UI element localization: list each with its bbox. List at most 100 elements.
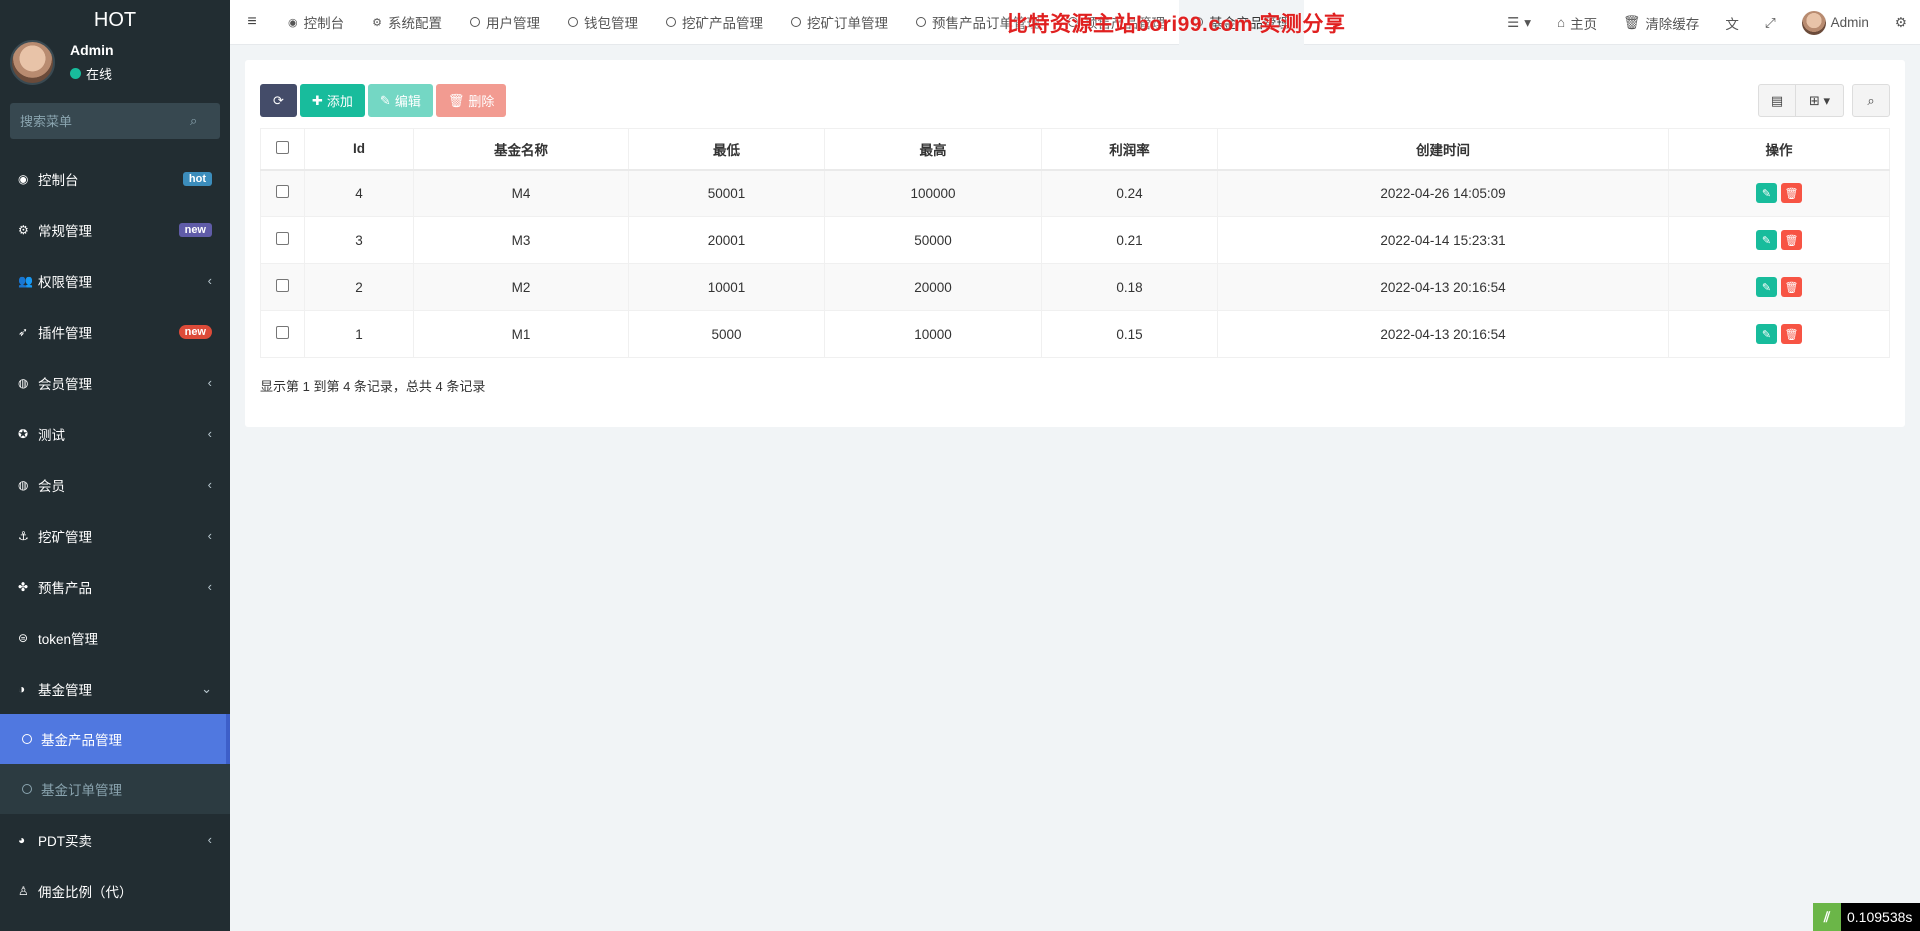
delete-row-button[interactable]: 🗑 (1781, 183, 1802, 204)
sidebar-item[interactable]: ◍ 会员 ‹ (0, 459, 230, 510)
row-checkbox[interactable] (276, 279, 289, 292)
gear-icon: ⚙ (372, 16, 382, 29)
table-row[interactable]: 1 M1 5000 10000 0.15 2022-04-13 20:16:54 ✎ 🗑 (260, 310, 1890, 358)
row-actions: ✎ 🗑 (1668, 310, 1890, 358)
circle-icon (665, 17, 676, 27)
compass-icon: ◕ (18, 832, 26, 847)
refresh-icon: ⟳ (273, 92, 284, 108)
view-toggle-group: ▤ ⊞ ▾ (1758, 84, 1844, 117)
app-logo[interactable]: HOT (0, 0, 230, 40)
cell-id: 4 (304, 169, 414, 217)
sidebar-item[interactable]: 👥 权限管理 ‹ (0, 255, 230, 306)
table-row[interactable]: 2 M2 10001 20000 0.18 2022-04-13 20:16:54 ✎ 🗑 (260, 263, 1890, 311)
sidebar-item[interactable]: ⚙ 常规管理 new (0, 204, 230, 255)
row-checkbox[interactable] (276, 185, 289, 199)
sidebar-item[interactable]: ✤ 预售产品 ‹ (0, 561, 230, 612)
row-select-cell (260, 263, 305, 311)
columns-toggle-button[interactable]: ⊞ ▾ (1796, 84, 1844, 117)
column-header[interactable]: 利润率 (1041, 128, 1218, 171)
column-header[interactable]: 最高 (824, 128, 1042, 171)
home-link[interactable]: ⌂ 主页 (1544, 13, 1610, 33)
add-label: 添加 (326, 94, 353, 109)
chevron-left-icon: ‹ (207, 528, 212, 543)
language-icon[interactable]: 文 (1712, 13, 1752, 33)
grid-icon: ⊞ (1808, 92, 1820, 108)
table-row[interactable]: 3 M3 20001 50000 0.21 2022-04-14 15:23:31 ✎ 🗑 (260, 216, 1890, 264)
sidebar-item-label: 会员管理 (38, 376, 92, 392)
edit-row-button[interactable]: ✎ (1756, 230, 1777, 250)
trash-icon: 🗑 (447, 92, 465, 108)
sidebar-item[interactable]: ♙ 佣金比例（代） (0, 865, 230, 916)
edit-row-button[interactable]: ✎ (1756, 277, 1777, 297)
column-header[interactable]: 创建时间 (1217, 128, 1669, 171)
caret-down-icon: ▾ (1823, 92, 1831, 108)
content-panel: ⟳ ✚ 添加 ✎ 编辑 🗑 删除 ▤ ⊞ ▾ ⌕ Id 基金名称 最低 最高 利润率 … (245, 60, 1905, 427)
sidebar-item[interactable]: ◍ 会员管理 ‹ (0, 357, 230, 408)
select-all-checkbox[interactable] (276, 140, 289, 154)
card-view-icon[interactable]: ▤ (1758, 84, 1796, 117)
delete-button[interactable]: 🗑 删除 (435, 84, 507, 117)
search-icon[interactable]: ⌕ (190, 113, 197, 129)
sidebar-item[interactable]: ◑ 基金管理 ⌄ (0, 663, 230, 714)
delete-row-button[interactable]: 🗑 (1781, 230, 1802, 250)
tab-list-dropdown[interactable]: ☰ ▾ (1494, 15, 1544, 31)
menu-search: ⌕ (10, 103, 220, 139)
cell-name: M4 (413, 169, 629, 217)
nav-tab[interactable]: 钱包管理 (554, 0, 652, 45)
row-checkbox[interactable] (276, 232, 289, 245)
edit-button[interactable]: ✎ 编辑 (367, 84, 433, 117)
nav-tab[interactable]: 挖矿产品管理 (652, 0, 777, 45)
sidebar: HOT Admin 在线 ⌕ ◉ 控制台 hot ⚙ 常规管理 new 👥 权限管理 ‹ ➶ 插件管… (0, 0, 230, 931)
circle-icon (790, 17, 801, 27)
row-select-cell (260, 310, 305, 358)
sidebar-toggle-icon[interactable]: ≡ (230, 13, 274, 31)
column-header[interactable]: Id (304, 128, 414, 171)
sidebar-item-label: 会员 (38, 478, 65, 494)
nav-tab-label: 控制台 (303, 16, 345, 31)
sidebar-subitem[interactable]: 基金产品管理 (0, 714, 230, 764)
fullscreen-icon[interactable]: ⤢ (1752, 15, 1789, 31)
cell-rate: 0.18 (1041, 263, 1218, 311)
column-header[interactable]: 基金名称 (413, 128, 629, 171)
edit-row-button[interactable]: ✎ (1756, 183, 1777, 204)
nav-tab[interactable]: ⚙ 系统配置 (358, 0, 456, 45)
refresh-button[interactable]: ⟳ (260, 84, 297, 117)
debug-timer[interactable]: ⫽ 0.109538s (1813, 903, 1920, 931)
clear-cache-button[interactable]: 🗑 清除缓存 (1610, 13, 1712, 33)
column-header[interactable]: 最低 (628, 128, 825, 171)
delete-row-button[interactable]: 🗑 (1781, 277, 1802, 297)
circle-icon (469, 17, 480, 27)
home-label: 主页 (1570, 16, 1598, 32)
settings-icon[interactable]: ⚙ (1882, 15, 1920, 31)
sidebar-item[interactable]: ✪ 测试 ‹ (0, 408, 230, 459)
nav-tab-label: 挖矿产品管理 (681, 16, 763, 31)
circle-icon (22, 734, 32, 744)
cell-max: 100000 (824, 169, 1042, 217)
nav-tab[interactable]: 挖矿订单管理 (777, 0, 902, 45)
cell-created: 2022-04-14 15:23:31 (1217, 216, 1669, 264)
column-header: 操作 (1668, 128, 1890, 171)
search-toggle-button[interactable]: ⌕ (1852, 84, 1890, 117)
row-checkbox[interactable] (276, 326, 289, 339)
top-navbar: ≡ ◉ 控制台 ⚙ 系统配置 用户管理 钱包管理 挖矿产品管理 挖矿订单管理 预售产品订单管理预… (230, 0, 1920, 45)
user-menu[interactable]: Admin (1789, 10, 1882, 35)
sidebar-subitem[interactable]: 基金订单管理 (0, 764, 230, 814)
sidebar-item-label: 预售产品 (38, 580, 92, 596)
sidebar-item[interactable]: ◕ PDT买卖 ‹ (0, 814, 230, 865)
list-icon: ☰ (1507, 14, 1520, 30)
nav-tab[interactable]: ◉ 控制台 (274, 0, 358, 45)
delete-row-button[interactable]: 🗑 (1781, 324, 1802, 344)
sidebar-item[interactable]: ⊜ token管理 (0, 612, 230, 663)
nav-tab-label: 钱包管理 (583, 16, 638, 31)
add-button[interactable]: ✚ 添加 (300, 84, 365, 117)
sidebar-item[interactable]: ⚓ 挖矿管理 ‹ (0, 510, 230, 561)
sidebar-item[interactable]: ◉ 控制台 hot (0, 153, 230, 204)
table-row[interactable]: 4 M4 50001 100000 0.24 2022-04-26 14:05:09 ✎ 🗑 (260, 169, 1890, 217)
avatar (10, 40, 55, 85)
circle-icon (22, 784, 32, 794)
nav-tab[interactable]: 用户管理 (456, 0, 554, 45)
row-select-cell (260, 169, 305, 217)
menu-search-input[interactable] (20, 113, 190, 129)
edit-row-button[interactable]: ✎ (1756, 324, 1777, 344)
sidebar-item[interactable]: ➶ 插件管理 new (0, 306, 230, 357)
